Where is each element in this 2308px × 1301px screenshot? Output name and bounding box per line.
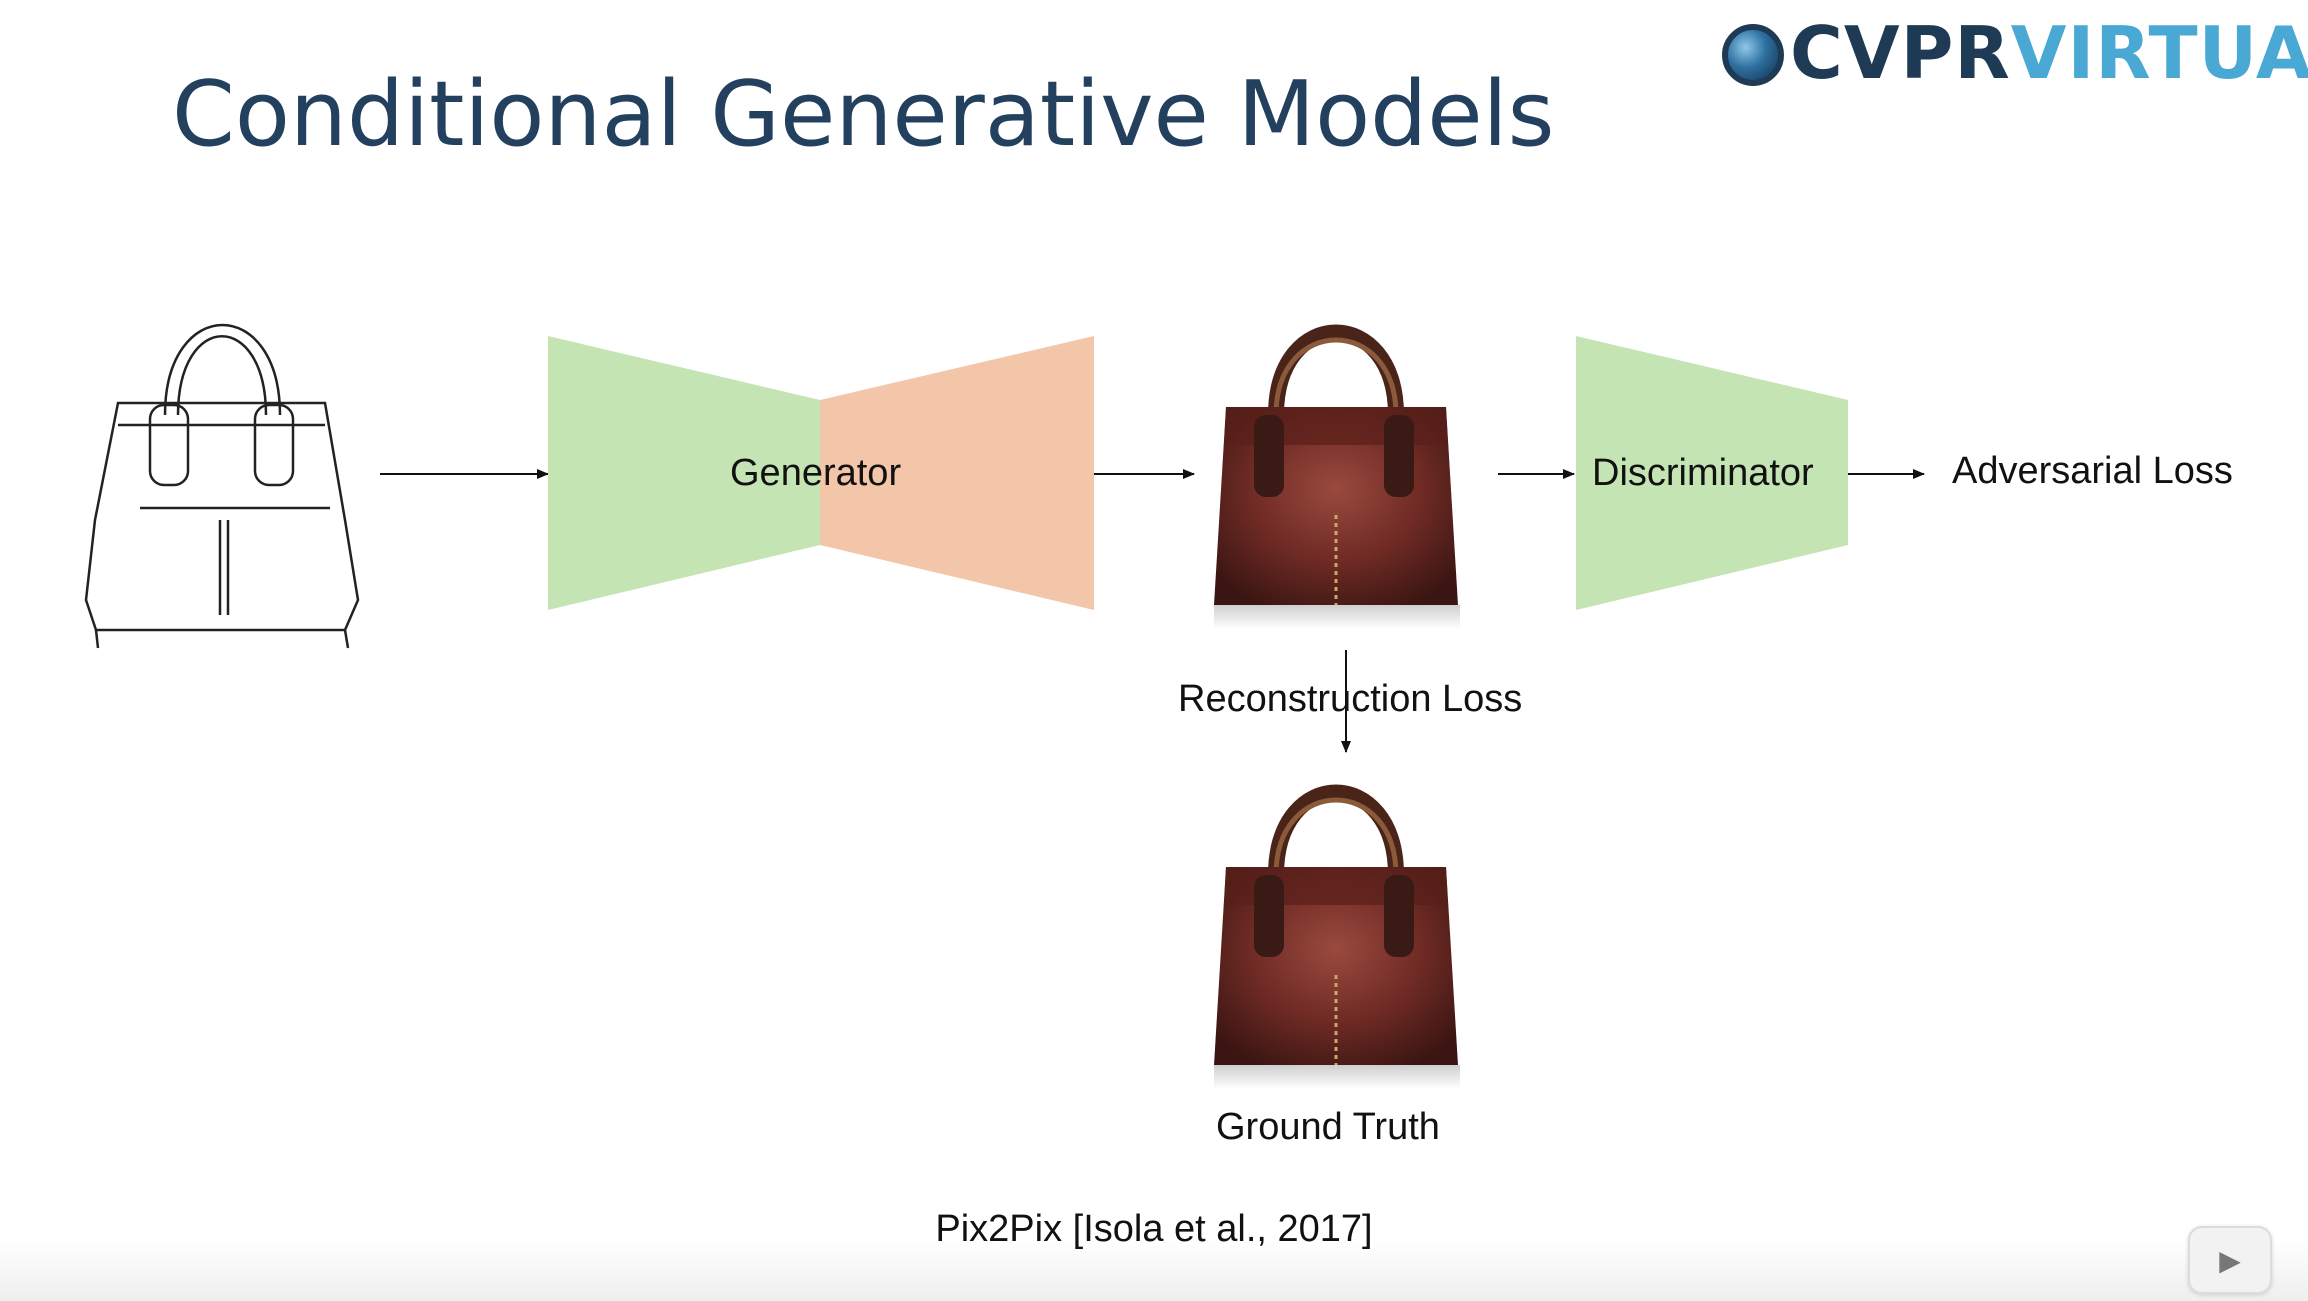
citation: Pix2Pix [Isola et al., 2017] <box>935 1208 1373 1250</box>
sketch-bag-image <box>84 323 360 649</box>
reconstruction-loss-label: Reconstruction Loss <box>1178 678 1523 720</box>
ground-truth-label: Ground Truth <box>1216 1106 1440 1148</box>
player-icon: ▶ <box>2219 1244 2241 1276</box>
adversarial-loss-label: Adversarial Loss <box>1952 450 2233 492</box>
pipeline-diagram <box>84 323 1925 1301</box>
discriminator-label: Discriminator <box>1592 452 1814 494</box>
slide: Conditional Generative Models CVPR VIRTU… <box>0 0 2308 1301</box>
player-control-button[interactable]: ▶ <box>2188 1226 2272 1294</box>
generated-bag-image <box>1214 333 1460 630</box>
ground-truth-bag-image <box>1214 793 1460 1090</box>
generator-label: Generator <box>730 452 902 494</box>
